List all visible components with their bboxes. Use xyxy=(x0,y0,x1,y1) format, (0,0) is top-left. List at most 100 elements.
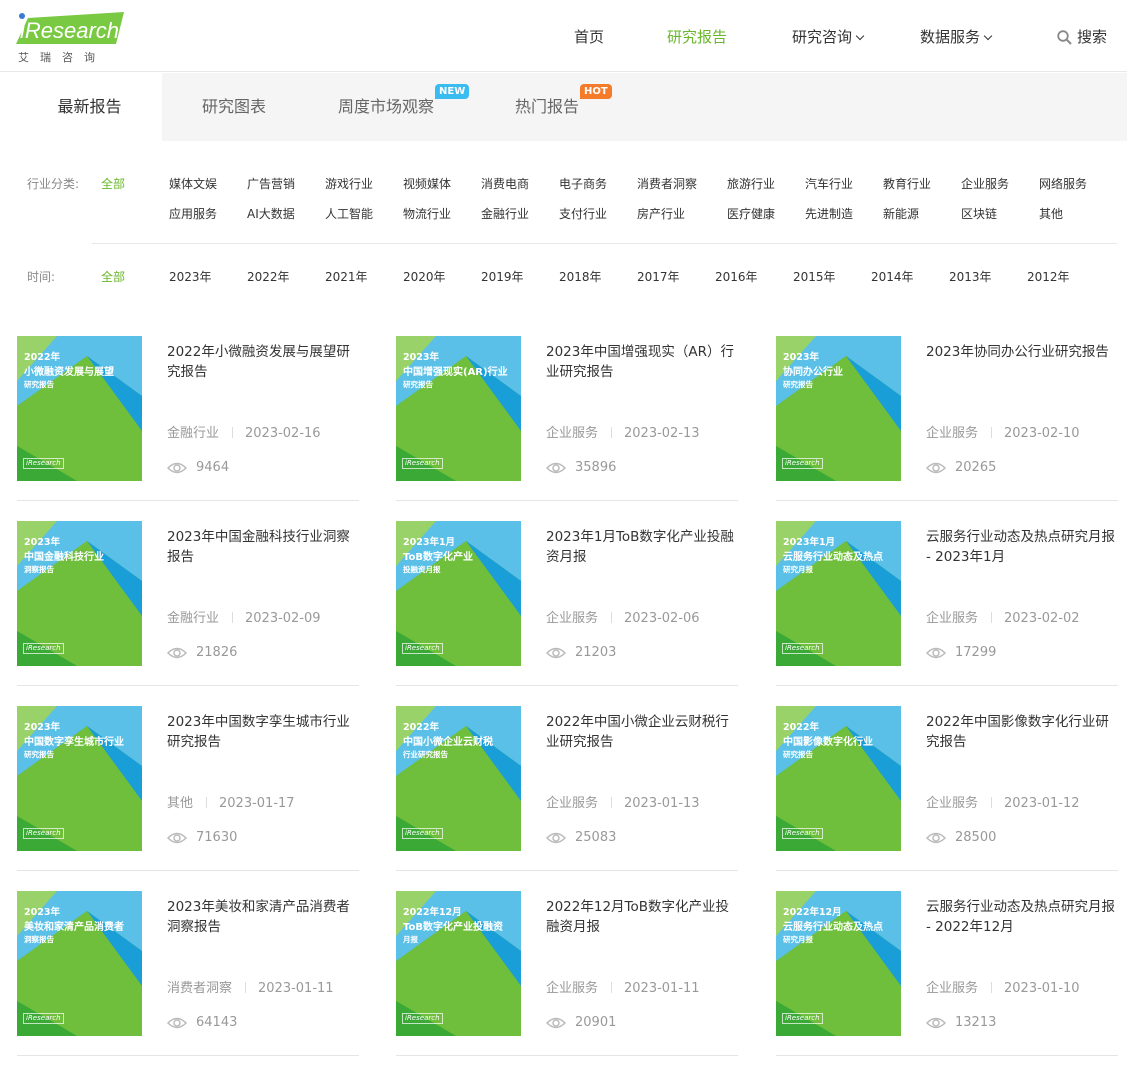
report-cover[interactable]: 2023年 中国数字孪生城市行业 研究报告 iResearch xyxy=(17,706,142,851)
industry-option[interactable]: 物流行业 xyxy=(403,205,451,222)
time-option[interactable]: 2016年 xyxy=(715,268,758,285)
industry-option[interactable]: AI大数据 xyxy=(247,205,295,222)
report-category: 企业服务 xyxy=(546,981,599,996)
report-cover[interactable]: 2023年 中国金融科技行业 洞察报告 iResearch xyxy=(17,521,142,666)
industry-option[interactable]: 医疗健康 xyxy=(727,205,775,222)
report-title[interactable]: 2022年小微融资发展与展望研究报告 xyxy=(167,342,359,382)
report-card[interactable]: 2023年1月 云服务行业动态及热点 研究月报 iResearch 云服务行业动态及热点… xyxy=(776,521,1118,686)
cover-year: 2023年 xyxy=(783,352,819,363)
report-card[interactable]: 2022年12月 ToB数字化产业投融资 月报 iResearch 2022年12月To… xyxy=(396,891,738,1056)
search-button[interactable]: 搜索 xyxy=(1057,0,1107,74)
nav-research-reports[interactable]: 研究报告 xyxy=(667,0,727,72)
view-count: 35896 xyxy=(575,460,617,475)
industry-option[interactable]: 教育行业 xyxy=(883,175,931,192)
report-cover[interactable]: 2022年12月 云服务行业动态及热点 研究月报 iResearch xyxy=(776,891,901,1036)
time-option[interactable]: 2021年 xyxy=(325,268,368,285)
report-cover[interactable]: 2023年 中国增强现实(AR)行业 研究报告 iResearch xyxy=(396,336,521,481)
industry-option[interactable]: 应用服务 xyxy=(169,205,217,222)
time-option[interactable]: 2012年 xyxy=(1027,268,1070,285)
industry-option[interactable]: 企业服务 xyxy=(961,175,1009,192)
time-option[interactable]: 2017年 xyxy=(637,268,680,285)
industry-option[interactable]: 区块链 xyxy=(961,205,997,222)
industry-option[interactable]: 新能源 xyxy=(883,205,919,222)
time-option[interactable]: 2013年 xyxy=(949,268,992,285)
industry-option[interactable]: 其他 xyxy=(1039,205,1063,222)
industry-option[interactable]: 先进制造 xyxy=(805,205,853,222)
industry-option[interactable]: 视频媒体 xyxy=(403,175,451,192)
view-count: 13213 xyxy=(955,1015,997,1030)
report-card[interactable]: 2022年 中国影像数字化行业 研究报告 iResearch 2022年中国影像数字化行… xyxy=(776,706,1118,871)
report-cover[interactable]: 2022年12月 ToB数字化产业投融资 月报 iResearch xyxy=(396,891,521,1036)
industry-option[interactable]: 支付行业 xyxy=(559,205,607,222)
report-title[interactable]: 2023年协同办公行业研究报告 xyxy=(926,342,1118,362)
time-option[interactable]: 2022年 xyxy=(247,268,290,285)
time-option[interactable]: 2014年 xyxy=(871,268,914,285)
industry-option[interactable]: 网络服务 xyxy=(1039,175,1087,192)
tab-latest-reports-label: 最新报告 xyxy=(57,97,122,116)
report-card[interactable]: 2022年 中国小微企业云财税 行业研究报告 iResearch 2022年中国小微企业… xyxy=(396,706,738,871)
report-title[interactable]: 云服务行业动态及热点研究月报 - 2023年1月 xyxy=(926,527,1118,567)
report-cover[interactable]: 2023年1月 云服务行业动态及热点 研究月报 iResearch xyxy=(776,521,901,666)
industry-option[interactable]: 广告营销 xyxy=(247,175,295,192)
cover-title: 中国增强现实(AR)行业 xyxy=(403,367,508,378)
industry-option[interactable]: 游戏行业 xyxy=(325,175,373,192)
cover-subtitle: 月报 xyxy=(403,935,418,944)
chevron-down-icon xyxy=(983,31,993,41)
report-cover[interactable]: 2022年 小微融资发展与展望 研究报告 iResearch xyxy=(17,336,142,481)
view-count: 21826 xyxy=(196,645,238,660)
report-card[interactable]: 2023年 中国增强现实(AR)行业 研究报告 iResearch 2023年中国增强现… xyxy=(396,336,738,501)
tab-research-charts[interactable]: 研究图表 xyxy=(202,73,266,141)
report-card[interactable]: 2023年 协同办公行业 研究报告 iResearch 2023年协同办公行业研究报告企… xyxy=(776,336,1118,501)
report-cover[interactable]: 2022年 中国影像数字化行业 研究报告 iResearch xyxy=(776,706,901,851)
tab-hot-reports-label: 热门报告 xyxy=(515,97,580,116)
report-card[interactable]: 2022年12月 云服务行业动态及热点 研究月报 iResearch 云服务行业动态及热… xyxy=(776,891,1118,1056)
industry-option[interactable]: 全部 xyxy=(101,175,125,192)
industry-option[interactable]: 旅游行业 xyxy=(727,175,775,192)
nav-home[interactable]: 首页 xyxy=(574,0,604,72)
report-cover[interactable]: 2023年 美妆和家清产品消费者 洞察报告 iResearch xyxy=(17,891,142,1036)
industry-option[interactable]: 消费电商 xyxy=(481,175,529,192)
report-title[interactable]: 2023年中国金融科技行业洞察报告 xyxy=(167,527,359,567)
nav-research-consulting[interactable]: 研究咨询 xyxy=(792,0,865,72)
report-title[interactable]: 云服务行业动态及热点研究月报 - 2022年12月 xyxy=(926,897,1118,937)
industry-option[interactable]: 电子商务 xyxy=(559,175,607,192)
time-option[interactable]: 2015年 xyxy=(793,268,836,285)
time-option[interactable]: 2023年 xyxy=(169,268,212,285)
industry-option[interactable]: 媒体文娱 xyxy=(169,175,217,192)
report-title[interactable]: 2022年中国影像数字化行业研究报告 xyxy=(926,712,1118,752)
report-card[interactable]: 2023年 美妆和家清产品消费者 洞察报告 iResearch 2023年美妆和家清产品… xyxy=(17,891,359,1056)
tab-weekly-market[interactable]: 周度市场观察 xyxy=(338,73,434,141)
time-option[interactable]: 2018年 xyxy=(559,268,602,285)
report-title[interactable]: 2023年中国数字孪生城市行业研究报告 xyxy=(167,712,359,752)
report-title[interactable]: 2023年1月ToB数字化产业投融资月报 xyxy=(546,527,738,567)
report-cover[interactable]: 2023年 协同办公行业 研究报告 iResearch xyxy=(776,336,901,481)
tab-latest-reports[interactable]: 最新报告 xyxy=(17,73,162,141)
industry-option[interactable]: 消费者洞察 xyxy=(637,175,697,192)
cover-logo: iResearch xyxy=(23,643,64,654)
report-title[interactable]: 2023年美妆和家清产品消费者洞察报告 xyxy=(167,897,359,937)
report-cover[interactable]: 2023年1月 ToB数字化产业 投融资月报 iResearch xyxy=(396,521,521,666)
time-option[interactable]: 全部 xyxy=(101,268,125,285)
cover-title: 美妆和家清产品消费者 xyxy=(24,922,124,933)
iresearch-logo[interactable]: iResearch 艾瑞咨询 xyxy=(16,10,126,66)
report-title[interactable]: 2022年12月ToB数字化产业投融资月报 xyxy=(546,897,738,937)
time-option[interactable]: 2019年 xyxy=(481,268,524,285)
report-card[interactable]: 2023年1月 ToB数字化产业 投融资月报 iResearch 2023年1月ToB数… xyxy=(396,521,738,686)
cover-year: 2022年12月 xyxy=(403,907,462,918)
industry-option[interactable]: 房产行业 xyxy=(637,205,685,222)
report-meta: 金融行业 2023-02-09 xyxy=(167,607,321,626)
report-views: 20901 xyxy=(546,1015,616,1030)
industry-option[interactable]: 金融行业 xyxy=(481,205,529,222)
report-title[interactable]: 2022年中国小微企业云财税行业研究报告 xyxy=(546,712,738,752)
report-title[interactable]: 2023年中国增强现实（AR）行业研究报告 xyxy=(546,342,738,382)
industry-option[interactable]: 人工智能 xyxy=(325,205,373,222)
cover-title: 云服务行业动态及热点 xyxy=(783,552,883,563)
nav-data-services[interactable]: 数据服务 xyxy=(920,0,993,72)
tab-hot-reports[interactable]: 热门报告 xyxy=(515,73,579,141)
industry-option[interactable]: 汽车行业 xyxy=(805,175,853,192)
report-card[interactable]: 2023年 中国金融科技行业 洞察报告 iResearch 2023年中国金融科技行业洞… xyxy=(17,521,359,686)
report-cover[interactable]: 2022年 中国小微企业云财税 行业研究报告 iResearch xyxy=(396,706,521,851)
report-card[interactable]: 2023年 中国数字孪生城市行业 研究报告 iResearch 2023年中国数字孪生城… xyxy=(17,706,359,871)
report-card[interactable]: 2022年 小微融资发展与展望 研究报告 iResearch 2022年小微融资发展与展… xyxy=(17,336,359,501)
time-option[interactable]: 2020年 xyxy=(403,268,446,285)
